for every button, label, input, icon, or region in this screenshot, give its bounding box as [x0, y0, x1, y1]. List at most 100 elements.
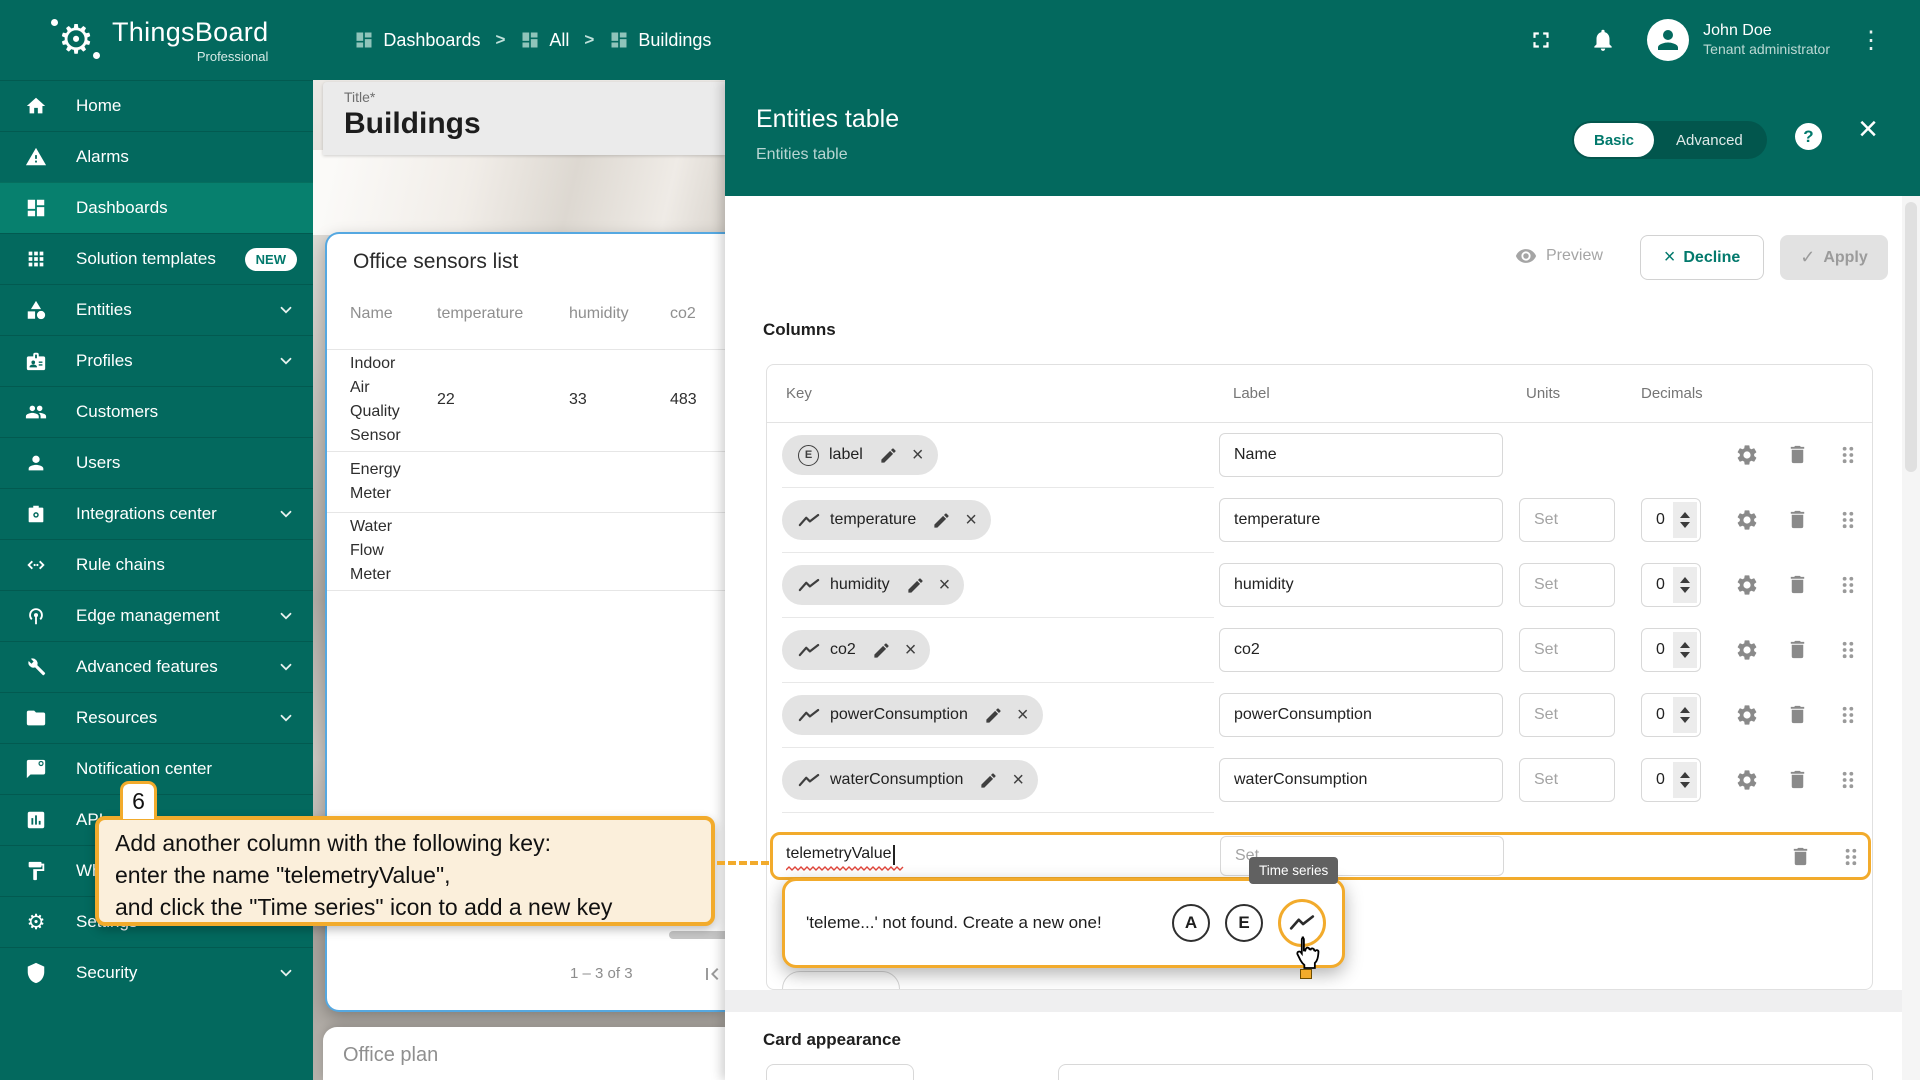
- remove-key-icon[interactable]: ×: [1012, 770, 1024, 790]
- key-chip[interactable]: powerConsumption ×: [782, 695, 1043, 735]
- units-input[interactable]: Set: [1519, 758, 1615, 802]
- label-input[interactable]: Name: [1219, 433, 1503, 477]
- key-chip[interactable]: temperature ×: [782, 500, 991, 540]
- drag-handle[interactable]: [1836, 573, 1859, 596]
- decline-button[interactable]: × Decline: [1640, 235, 1764, 280]
- sidebar-item-users[interactable]: Users: [0, 437, 313, 488]
- user-info[interactable]: John Doe Tenant administrator: [1703, 21, 1830, 59]
- sidebar-item-resources[interactable]: Resources: [0, 692, 313, 743]
- sidebar-item-integrations-center[interactable]: Integrations center: [0, 488, 313, 539]
- number-stepper[interactable]: [1673, 632, 1697, 668]
- drag-handle[interactable]: [1836, 703, 1859, 726]
- table-row[interactable]: Water Flow Meter: [327, 512, 725, 590]
- sidebar-item-security[interactable]: Security: [0, 947, 313, 998]
- sidebar-item-entities[interactable]: Entities: [0, 284, 313, 335]
- edit-pencil-icon[interactable]: [879, 446, 898, 465]
- avatar[interactable]: [1647, 19, 1689, 61]
- units-input[interactable]: Set: [1519, 498, 1615, 542]
- delete-column-icon[interactable]: [1789, 845, 1812, 868]
- panel-scrollbar[interactable]: [1902, 196, 1920, 1080]
- create-attribute-icon[interactable]: A: [1172, 904, 1210, 942]
- column-header[interactable]: Name: [350, 305, 437, 323]
- drag-handle[interactable]: [1836, 638, 1859, 661]
- column-settings-icon[interactable]: [1735, 443, 1759, 467]
- column-header[interactable]: temperature: [437, 305, 569, 323]
- decimals-input[interactable]: 0: [1641, 563, 1701, 607]
- advanced-tab[interactable]: Advanced: [1654, 132, 1765, 149]
- fullscreen-icon[interactable]: [1519, 18, 1563, 62]
- delete-column-icon[interactable]: [1786, 508, 1809, 531]
- table-row[interactable]: Indoor Air Quality Sensor 22 33 483: [327, 349, 725, 451]
- column-header[interactable]: humidity: [569, 305, 670, 323]
- horizontal-scrollbar[interactable]: [669, 931, 725, 939]
- remove-key-icon[interactable]: ×: [912, 445, 924, 465]
- sidebar-item-rule-chains[interactable]: Rule chains: [0, 539, 313, 590]
- notifications-bell-icon[interactable]: [1581, 18, 1625, 62]
- sidebar-item-solution-templates[interactable]: Solution templates NEW: [0, 233, 313, 284]
- delete-column-icon[interactable]: [1786, 703, 1809, 726]
- table-row[interactable]: Energy Meter: [327, 451, 725, 512]
- column-settings-icon[interactable]: [1735, 768, 1759, 792]
- breadcrumb-all[interactable]: All: [520, 30, 569, 51]
- number-stepper[interactable]: [1673, 502, 1697, 538]
- key-chip[interactable]: waterConsumption ×: [782, 760, 1038, 800]
- decimals-input[interactable]: 0: [1641, 693, 1701, 737]
- create-entity-field-icon[interactable]: E: [1225, 904, 1263, 942]
- sidebar-item-alarms[interactable]: Alarms: [0, 131, 313, 182]
- number-stepper[interactable]: [1673, 697, 1697, 733]
- more-menu-icon[interactable]: ⋮: [1856, 26, 1886, 55]
- units-input[interactable]: Set: [1519, 563, 1615, 607]
- dashboard-title-widget[interactable]: Title* Buildings: [323, 82, 725, 155]
- number-stepper[interactable]: [1673, 567, 1697, 603]
- card-appearance-field[interactable]: [1058, 1064, 1873, 1080]
- remove-key-icon[interactable]: ×: [965, 510, 977, 530]
- office-plan-widget[interactable]: Office plan: [323, 1027, 725, 1080]
- breadcrumb-dashboards[interactable]: Dashboards: [354, 30, 480, 51]
- key-chip[interactable]: humidity ×: [782, 565, 964, 605]
- drag-handle[interactable]: [1836, 768, 1859, 791]
- drag-handle[interactable]: [1836, 443, 1859, 466]
- delete-column-icon[interactable]: [1786, 573, 1809, 596]
- sidebar-item-customers[interactable]: Customers: [0, 386, 313, 437]
- delete-column-icon[interactable]: [1786, 638, 1809, 661]
- basic-tab[interactable]: Basic: [1574, 123, 1654, 157]
- column-settings-icon[interactable]: [1735, 638, 1759, 662]
- sidebar-item-advanced-features[interactable]: Advanced features: [0, 641, 313, 692]
- decimals-input[interactable]: 0: [1641, 758, 1701, 802]
- drag-handle[interactable]: [1839, 845, 1862, 868]
- new-key-input[interactable]: telemetryValue: [786, 845, 895, 865]
- remove-key-icon[interactable]: ×: [939, 575, 951, 595]
- decimals-input[interactable]: 0: [1641, 498, 1701, 542]
- label-input[interactable]: powerConsumption: [1219, 693, 1503, 737]
- preview-button[interactable]: Preview: [1515, 245, 1603, 267]
- breadcrumb-buildings[interactable]: Buildings: [609, 30, 711, 51]
- key-chip[interactable]: co2 ×: [782, 630, 930, 670]
- drag-handle[interactable]: [1836, 508, 1859, 531]
- thingsboard-logo[interactable]: ⚙ ThingsBoard Professional: [50, 13, 268, 67]
- close-icon[interactable]: ×: [1851, 112, 1885, 146]
- edit-pencil-icon[interactable]: [906, 576, 925, 595]
- number-stepper[interactable]: [1673, 762, 1697, 798]
- delete-column-icon[interactable]: [1786, 768, 1809, 791]
- column-header[interactable]: co2: [670, 305, 725, 323]
- sidebar-item-dashboards[interactable]: Dashboards: [0, 182, 313, 233]
- card-appearance-field[interactable]: [766, 1064, 914, 1080]
- help-icon[interactable]: ?: [1795, 123, 1822, 150]
- key-chip[interactable]: E label ×: [782, 435, 938, 475]
- label-input[interactable]: waterConsumption: [1219, 758, 1503, 802]
- remove-key-icon[interactable]: ×: [1017, 705, 1029, 725]
- units-input[interactable]: Set: [1519, 693, 1615, 737]
- label-input[interactable]: co2: [1219, 628, 1503, 672]
- column-settings-icon[interactable]: [1735, 573, 1759, 597]
- edit-pencil-icon[interactable]: [984, 706, 1003, 725]
- edit-pencil-icon[interactable]: [872, 641, 891, 660]
- remove-key-icon[interactable]: ×: [905, 640, 917, 660]
- decimals-input[interactable]: 0: [1641, 628, 1701, 672]
- label-input[interactable]: humidity: [1219, 563, 1503, 607]
- sidebar-item-home[interactable]: Home: [0, 80, 313, 131]
- edit-pencil-icon[interactable]: [932, 511, 951, 530]
- edit-pencil-icon[interactable]: [979, 771, 998, 790]
- label-input[interactable]: temperature: [1219, 498, 1503, 542]
- column-settings-icon[interactable]: [1735, 703, 1759, 727]
- first-page-icon[interactable]: [700, 962, 724, 986]
